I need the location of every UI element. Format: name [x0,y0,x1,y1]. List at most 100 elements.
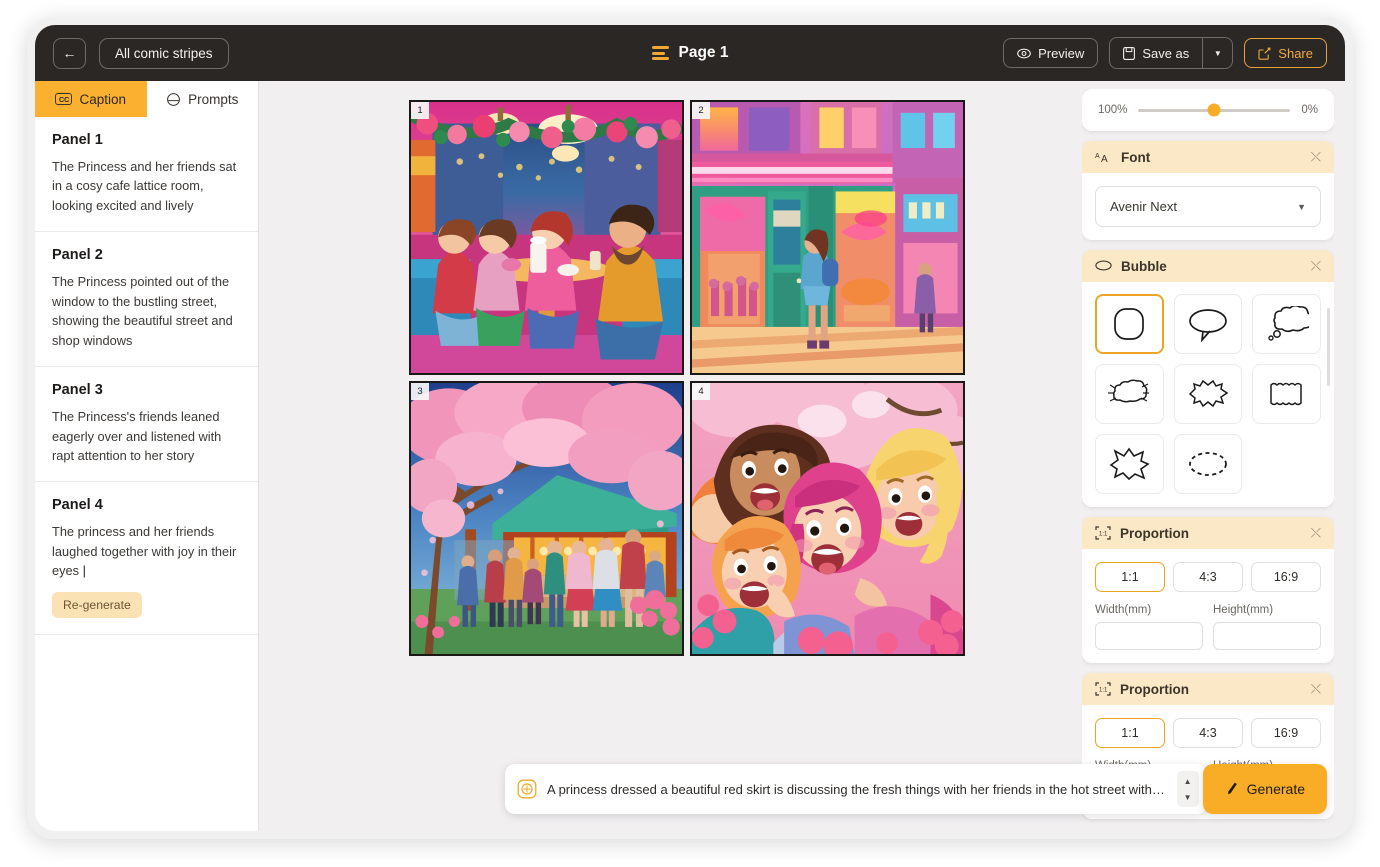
left-sidebar: CC Caption Prompts Panel 1 The Princess … [35,81,259,831]
panel-number-badge: 4 [692,383,710,400]
comic-panel-2[interactable]: 2 [690,100,965,375]
proportion-1-height-group: Height(mm) [1213,604,1321,650]
regenerate-button[interactable]: Re-generate [52,592,142,618]
generate-label: Generate [1247,781,1305,797]
back-arrow-icon: ← [63,45,77,61]
list-item[interactable]: Panel 2 The Princess pointed out of the … [35,232,258,367]
font-card-title: Font [1121,150,1302,165]
font-card: A A Font ⤬ Avenir Next ▼ [1082,141,1334,240]
tab-prompts-label: Prompts [188,92,238,107]
collapse-icon[interactable]: ⤬ [1311,684,1321,693]
font-card-header: A A Font ⤬ [1082,141,1334,173]
ratio-button-1-1[interactable]: 1:1 [1095,562,1165,592]
zoom-slider-thumb[interactable] [1208,104,1221,117]
sidebar-tabs: CC Caption Prompts [35,81,258,117]
ratio-button-1-1[interactable]: 1:1 [1095,718,1165,748]
bubble-icon [1095,260,1112,272]
bubble-card: Bubble ⤬ [1082,250,1334,507]
bubble-shape-thought-cloud[interactable] [1252,294,1321,354]
aspect-ratio-icon: 1:1 [1095,682,1111,696]
app-window: ← All comic stripes Page 1 Preview [35,25,1345,831]
proportion-card-1-header: 1:1 Proportion ⤬ [1082,517,1334,549]
width-label: Width(mm) [1095,604,1203,616]
bubble-card-header: Bubble ⤬ [1082,250,1334,282]
back-button[interactable]: ← [53,38,86,69]
list-item[interactable]: Panel 3 The Princess's friends leaned ea… [35,367,258,482]
zoom-card: 100% 0% [1082,89,1334,131]
pages-menu-icon[interactable] [652,46,669,60]
panel-4-artwork [692,383,963,654]
caption-panel-list[interactable]: Panel 1 The Princess and her friends sat… [35,117,258,831]
panel-caption[interactable]: The Princess and her friends sat in a co… [52,157,241,215]
list-item[interactable]: Panel 1 The Princess and her friends sat… [35,117,258,232]
generate-button[interactable]: Generate [1203,764,1327,814]
height-label: Height(mm) [1213,604,1321,616]
bubble-shape-spiky-cloud[interactable] [1095,364,1164,424]
tab-caption[interactable]: CC Caption [35,81,147,117]
save-as-button[interactable]: Save as [1110,38,1202,68]
eye-icon [1017,48,1031,59]
chevron-down-icon: ▼ [1214,49,1222,58]
bubble-shape-wavy-rect[interactable] [1252,364,1321,424]
jagged-oval-bubble-icon [1186,377,1230,411]
list-item[interactable]: Panel 4 The princess and her friends lau… [35,482,258,634]
prompt-expand-stepper[interactable]: ▲ ▼ [1177,771,1199,807]
panel-caption[interactable]: The Princess's friends leaned eagerly ov… [52,407,241,465]
collapse-icon[interactable]: ⤬ [1311,152,1321,161]
bubble-shape-burst-star[interactable] [1095,434,1164,494]
save-as-dropdown-button[interactable]: ▼ [1202,38,1232,68]
share-label: Share [1278,46,1313,61]
width-input[interactable] [1095,622,1203,650]
svg-text:A: A [1095,153,1100,160]
app-body: CC Caption Prompts Panel 1 The Princess … [35,81,1345,831]
tab-caption-label: Caption [79,92,126,107]
comic-grid: 1 [409,100,965,656]
bubble-shape-grid [1095,294,1321,494]
bubble-shape-dashed-oval[interactable] [1174,434,1243,494]
panel-number-badge: 2 [692,102,710,119]
app-window-frame: ← All comic stripes Page 1 Preview [27,17,1353,839]
bubble-shape-oval-speech[interactable] [1174,294,1243,354]
height-input[interactable] [1213,622,1321,650]
prompt-input[interactable] [537,782,1177,797]
ratio-button-16-9[interactable]: 16:9 [1251,562,1321,592]
share-button[interactable]: Share [1244,38,1327,68]
dashed-oval-bubble-icon [1186,448,1230,480]
all-comic-stripes-label: All comic stripes [115,46,213,61]
all-comic-stripes-button[interactable]: All comic stripes [99,38,229,69]
zoom-slider[interactable] [1138,109,1290,112]
comic-panel-3[interactable]: 3 [409,381,684,656]
top-toolbar: ← All comic stripes Page 1 Preview [35,25,1345,81]
bubble-card-title: Bubble [1121,259,1302,274]
ratio-button-16-9[interactable]: 16:9 [1251,718,1321,748]
chevron-up-icon: ▲ [1184,777,1192,786]
comic-panel-1[interactable]: 1 [409,100,684,375]
zoom-max-label: 0% [1301,104,1318,116]
prompt-input-container[interactable]: ▲ ▼ [505,764,1207,814]
ratio-button-4-3[interactable]: 4:3 [1173,718,1243,748]
bubble-shape-jagged-oval[interactable] [1174,364,1243,424]
collapse-icon[interactable]: ⤬ [1311,261,1321,270]
panel-caption[interactable]: The princess and her friends laughed tog… [52,522,241,580]
svg-text:A: A [1101,154,1108,164]
preview-button[interactable]: Preview [1003,38,1098,68]
proportion-card-1-title: Proportion [1120,526,1302,541]
ratio-button-4-3[interactable]: 4:3 [1173,562,1243,592]
comic-canvas: 1 [259,81,1345,831]
tab-prompts[interactable]: Prompts [147,81,259,117]
font-family-select[interactable]: Avenir Next ▼ [1095,186,1321,227]
comic-panel-4[interactable]: 4 [690,381,965,656]
proportion-1-ratio-group: 1:1 4:3 16:9 [1095,562,1321,592]
bubble-panel-scrollbar[interactable] [1327,308,1330,386]
collapse-icon[interactable]: ⤬ [1311,528,1321,537]
panel-caption[interactable]: The Princess pointed out of the window t… [52,272,241,350]
svg-text:1:1: 1:1 [1099,688,1108,694]
font-card-body: Avenir Next ▼ [1082,173,1334,240]
svg-text:1:1: 1:1 [1099,532,1108,538]
proportion-1-dimensions: Width(mm) Height(mm) [1095,604,1321,650]
bubble-shape-rounded-rect[interactable] [1095,294,1164,354]
panel-title: Panel 2 [52,247,241,263]
chevron-down-icon: ▼ [1297,202,1306,212]
toolbar-left-group: ← All comic stripes [53,38,229,69]
font-size-icon: A A [1095,150,1112,164]
